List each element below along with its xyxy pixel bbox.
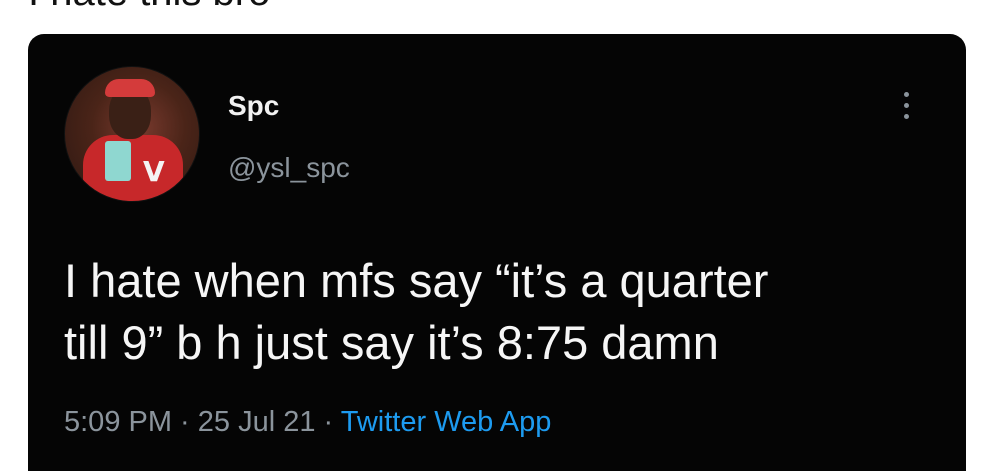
tweet-card[interactable]: V Spc @ysl_spc I hate when mfs say “it’s…	[28, 34, 966, 471]
avatar-cup	[105, 141, 131, 181]
tweet-date: 25 Jul 21	[197, 406, 316, 438]
tweet-text: I hate when mfs say “it’s a quarter till…	[64, 254, 769, 369]
display-name[interactable]: Spc	[228, 90, 279, 122]
avatar-logo: V	[143, 155, 165, 188]
more-vertical-icon[interactable]	[900, 92, 912, 126]
tweet-time: 5:09 PM	[64, 406, 172, 438]
screenshot-page: I hate this bro V Spc @ysl_spc I hate wh…	[0, 0, 984, 471]
tweet-meta: 5:09 PM · 25 Jul 21 · Twitter Web App	[64, 406, 551, 439]
avatar[interactable]: V	[64, 66, 200, 202]
user-handle[interactable]: @ysl_spc	[228, 152, 350, 184]
meme-caption: I hate this bro	[28, 0, 270, 15]
tweet-source-link[interactable]: Twitter Web App	[341, 406, 552, 438]
more-dot	[903, 103, 909, 108]
avatar-shirt	[83, 135, 183, 201]
meta-separator: ·	[172, 406, 198, 438]
meta-separator: ·	[315, 406, 341, 438]
avatar-cap	[105, 79, 155, 97]
more-dot	[903, 92, 909, 97]
more-dot	[903, 114, 909, 119]
